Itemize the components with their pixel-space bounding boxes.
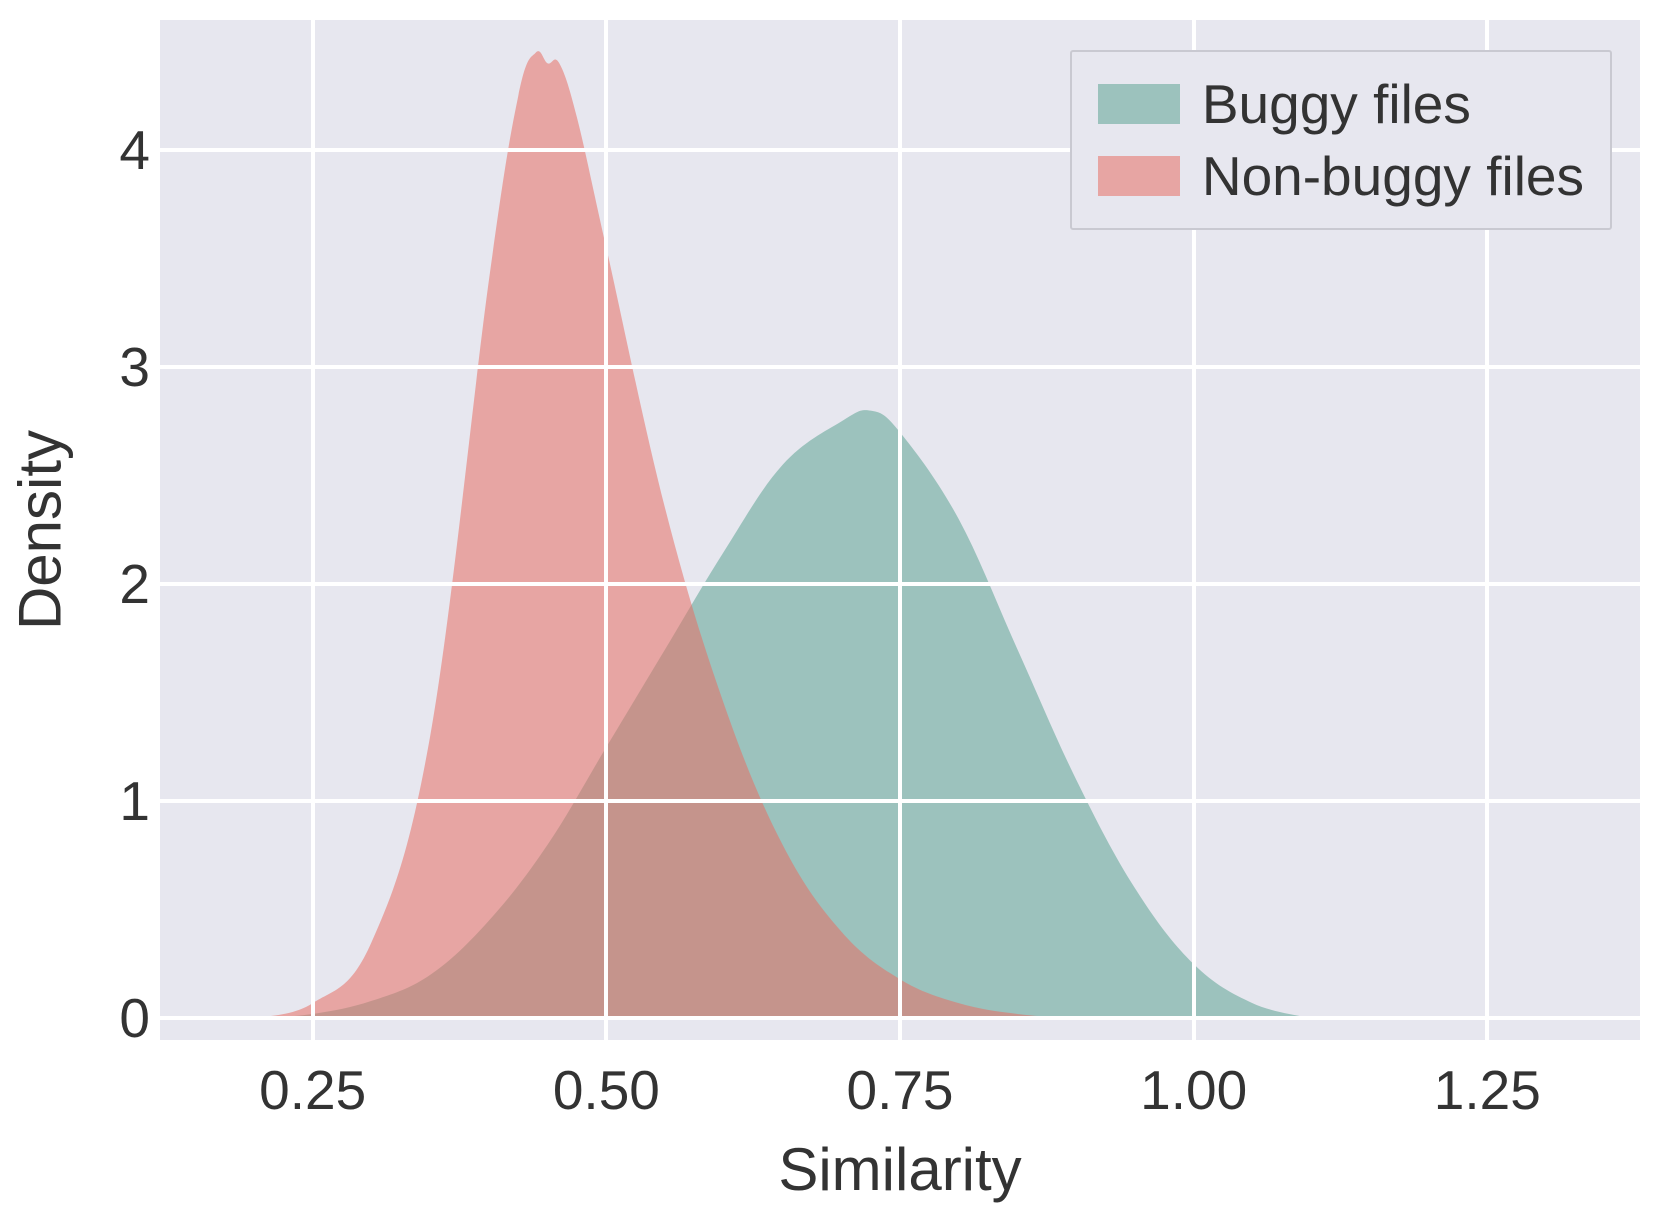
x-tick-label: 0.50 <box>553 1058 660 1122</box>
y-tick-label: 4 <box>30 118 150 182</box>
density-plot: Density Similarity Buggy files Non-buggy… <box>0 0 1661 1212</box>
plot-area: Buggy files Non-buggy files <box>160 20 1640 1040</box>
y-tick-label: 0 <box>30 986 150 1050</box>
gridline-v <box>311 20 315 1040</box>
legend-item-buggy: Buggy files <box>1098 68 1584 140</box>
gridline-v <box>604 20 608 1040</box>
gridline-h <box>160 1016 1640 1020</box>
y-tick-label: 1 <box>30 769 150 833</box>
legend-swatch-nonbuggy <box>1098 156 1180 196</box>
legend-item-nonbuggy: Non-buggy files <box>1098 140 1584 212</box>
gridline-h <box>160 799 1640 803</box>
y-tick-label: 3 <box>30 335 150 399</box>
x-tick-label: 0.75 <box>846 1058 953 1122</box>
legend-label-nonbuggy: Non-buggy files <box>1202 144 1584 208</box>
legend-swatch-buggy <box>1098 84 1180 124</box>
gridline-v <box>898 20 902 1040</box>
gridline-h <box>160 582 1640 586</box>
legend: Buggy files Non-buggy files <box>1070 50 1612 230</box>
gridline-h <box>160 365 1640 369</box>
x-tick-label: 1.25 <box>1434 1058 1541 1122</box>
y-tick-label: 2 <box>30 552 150 616</box>
x-tick-label: 0.25 <box>259 1058 366 1122</box>
x-axis-label: Similarity <box>778 1135 1021 1204</box>
x-tick-label: 1.00 <box>1140 1058 1247 1122</box>
legend-label-buggy: Buggy files <box>1202 72 1471 136</box>
